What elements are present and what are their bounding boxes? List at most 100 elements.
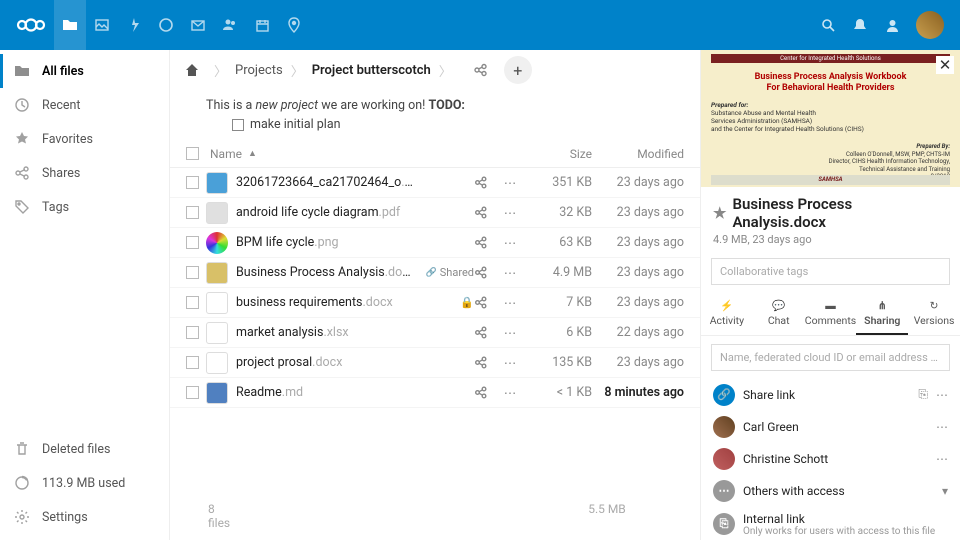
more-icon[interactable]: ⋯ — [498, 355, 522, 371]
share-icon[interactable] — [474, 326, 498, 339]
sidebar-item-deleted[interactable]: Deleted files — [0, 432, 169, 466]
sidebar-item-tags[interactable]: Tags — [0, 190, 169, 224]
breadcrumb: 〉 Projects 〉 Project butterscotch 〉 + — [170, 50, 700, 90]
internal-link-row[interactable]: ⎘ Internal linkOnly works for users with… — [701, 507, 960, 540]
share-icon[interactable] — [474, 206, 498, 219]
others-access-row[interactable]: ⋯ Others with access ▾ — [701, 475, 960, 507]
app-maps-icon[interactable] — [278, 0, 310, 50]
share-link-row[interactable]: 🔗 Share link ⎘ ⋯ — [701, 379, 960, 411]
home-icon[interactable] — [178, 63, 206, 77]
app-logo[interactable] — [14, 8, 48, 42]
sidebar-item-settings[interactable]: Settings — [0, 500, 169, 534]
more-icon[interactable]: ⋯ — [498, 295, 522, 311]
share-icon[interactable] — [474, 296, 498, 309]
file-name[interactable]: BPM life cycle.png — [236, 235, 414, 250]
file-name[interactable]: Readme.md — [236, 385, 414, 400]
file-row[interactable]: Readme.md ⋯ < 1 KB 8 minutes ago — [170, 378, 700, 408]
share-folder-icon[interactable] — [466, 56, 494, 84]
file-row[interactable]: BPM life cycle.png ⋯ 63 KB 23 days ago — [170, 228, 700, 258]
tab-comments[interactable]: ▬Comments — [805, 293, 857, 335]
app-contacts-icon[interactable] — [214, 0, 246, 50]
share-icon[interactable] — [474, 176, 498, 189]
row-checkbox[interactable] — [186, 326, 199, 339]
file-row[interactable]: 32061723664_ca21702464_o.jpg ⋯ 351 KB 23… — [170, 168, 700, 198]
row-checkbox[interactable] — [186, 236, 199, 249]
task-checkbox[interactable] — [232, 119, 244, 131]
row-checkbox[interactable] — [186, 356, 199, 369]
share-icon[interactable] — [474, 386, 498, 399]
app-activity-icon[interactable] — [118, 0, 150, 50]
file-icon — [206, 352, 228, 374]
row-checkbox[interactable] — [186, 176, 199, 189]
file-name[interactable]: project prosal.docx — [236, 355, 414, 370]
row-checkbox[interactable] — [186, 266, 199, 279]
sidebar-item-recent[interactable]: Recent — [0, 88, 169, 122]
tags-input[interactable]: Collaborative tags — [711, 258, 950, 285]
row-checkbox[interactable] — [186, 206, 199, 219]
file-name[interactable]: 32061723664_ca21702464_o.jpg — [236, 175, 414, 190]
sidebar-item-quota: 113.9 MB used — [0, 466, 169, 500]
details-tabs: ⚡Activity 💬Chat ▬Comments ⋔Sharing ↻Vers… — [701, 293, 960, 336]
file-modified: 8 minutes ago — [592, 385, 692, 400]
file-row[interactable]: market analysis.xlsx ⋯ 6 KB 22 days ago — [170, 318, 700, 348]
user-avatar[interactable] — [916, 11, 944, 39]
more-icon[interactable]: ⋯ — [498, 325, 522, 341]
file-row[interactable]: android life cycle diagram.pdf ⋯ 32 KB 2… — [170, 198, 700, 228]
more-icon[interactable]: ⋯ — [498, 205, 522, 221]
share-icon[interactable] — [474, 356, 498, 369]
sort-by-size[interactable]: Size — [522, 147, 592, 161]
app-files-icon[interactable] — [54, 0, 86, 50]
sort-by-modified[interactable]: Modified — [592, 147, 692, 161]
file-row[interactable]: business requirements.docx 🔒 ⋯ 7 KB 23 d… — [170, 288, 700, 318]
file-name[interactable]: market analysis.xlsx — [236, 325, 414, 340]
app-talk-icon[interactable] — [150, 0, 182, 50]
sidebar-item-all-files[interactable]: All files — [0, 54, 169, 88]
app-photos-icon[interactable] — [86, 0, 118, 50]
close-icon[interactable]: ✕ — [936, 56, 954, 74]
more-icon[interactable]: ⋯ — [936, 420, 948, 434]
file-size: 135 KB — [522, 355, 592, 370]
clipboard-icon[interactable]: ⎘ — [918, 387, 928, 402]
file-row[interactable]: project prosal.docx ⋯ 135 KB 23 days ago — [170, 348, 700, 378]
more-icon[interactable]: ⋯ — [498, 235, 522, 251]
more-icon[interactable]: ⋯ — [936, 388, 948, 402]
notifications-icon[interactable] — [844, 0, 876, 50]
share-input[interactable]: Name, federated cloud ID or email addres… — [711, 344, 950, 371]
sort-by-name[interactable]: Name▲ — [206, 147, 414, 161]
file-icon — [206, 202, 228, 224]
file-modified: 23 days ago — [592, 265, 692, 280]
breadcrumb-projects[interactable]: Projects — [235, 63, 283, 78]
file-list: 32061723664_ca21702464_o.jpg ⋯ 351 KB 23… — [170, 168, 700, 492]
more-icon[interactable]: ⋯ — [936, 452, 948, 466]
row-checkbox[interactable] — [186, 386, 199, 399]
file-row[interactable]: Business Process Analysis.docx 🔗 Shared … — [170, 258, 700, 288]
share-icon[interactable] — [474, 236, 498, 249]
file-icon — [206, 262, 228, 284]
file-name[interactable]: android life cycle diagram.pdf — [236, 205, 414, 220]
sidebar-item-favorites[interactable]: Favorites — [0, 122, 169, 156]
select-all-checkbox[interactable] — [186, 147, 199, 160]
tab-chat[interactable]: 💬Chat — [753, 293, 805, 335]
search-icon[interactable] — [812, 0, 844, 50]
file-icon — [206, 172, 228, 194]
share-icon[interactable] — [474, 266, 498, 279]
file-size: 7 KB — [522, 295, 592, 310]
tab-activity[interactable]: ⚡Activity — [701, 293, 753, 335]
chevron-down-icon[interactable]: ▾ — [942, 484, 948, 498]
file-name[interactable]: Business Process Analysis.docx — [236, 265, 414, 280]
star-icon[interactable]: ★ — [713, 204, 726, 222]
sidebar-item-shares[interactable]: Shares — [0, 156, 169, 190]
more-icon[interactable]: ⋯ — [498, 265, 522, 281]
share-user-row: Carl Green ⋯ — [701, 411, 960, 443]
new-button[interactable]: + — [504, 56, 532, 84]
file-modified: 23 days ago — [592, 235, 692, 250]
tab-sharing[interactable]: ⋔Sharing — [856, 293, 908, 335]
more-icon[interactable]: ⋯ — [498, 175, 522, 191]
tab-versions[interactable]: ↻Versions — [908, 293, 960, 335]
contacts-menu-icon[interactable] — [876, 0, 908, 50]
app-mail-icon[interactable] — [182, 0, 214, 50]
row-checkbox[interactable] — [186, 296, 199, 309]
app-calendar-icon[interactable] — [246, 0, 278, 50]
file-name[interactable]: business requirements.docx — [236, 295, 414, 310]
more-icon[interactable]: ⋯ — [498, 385, 522, 401]
